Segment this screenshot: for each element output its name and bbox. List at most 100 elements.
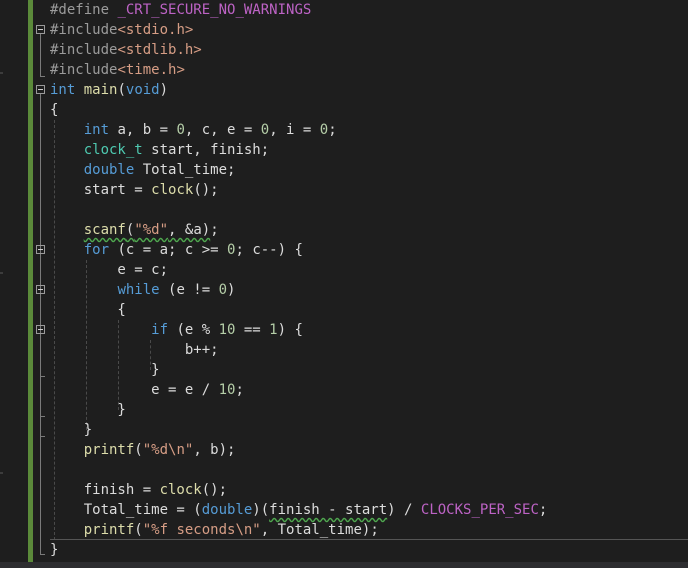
code-token: ; <box>538 502 548 518</box>
code-line[interactable]: start = clock(); <box>50 180 219 200</box>
code-line[interactable]: { <box>50 100 58 120</box>
fold-guide-line <box>40 34 41 76</box>
margin-marker <box>0 272 3 274</box>
code-token: printf <box>83 442 135 458</box>
code-token: double <box>201 502 253 518</box>
code-token: CLOCKS_PER_SEC <box>420 502 539 518</box>
code-token: int <box>83 122 110 138</box>
code-token: 0 <box>260 122 270 138</box>
code-token: _CRT_SECURE_NO_WARNINGS <box>117 2 312 18</box>
fold-guide-end <box>40 76 45 77</box>
code-line[interactable]: #include<stdio.h> <box>50 20 193 40</box>
code-token: if <box>151 322 169 338</box>
margin-marker <box>0 472 3 474</box>
code-token: == <box>235 322 270 338</box>
code-token: #define <box>50 2 118 18</box>
code-token: ) <box>227 282 236 298</box>
code-line[interactable]: for (c = a; c >= 0; c--) { <box>50 240 303 260</box>
code-token: e = c; <box>50 262 169 278</box>
current-line-highlight <box>50 539 688 540</box>
fold-guide-end <box>40 554 45 555</box>
code-token: ; <box>235 382 244 398</box>
code-token: clock <box>151 182 194 198</box>
code-token: } <box>50 402 126 418</box>
code-token: (); <box>193 182 219 198</box>
code-token: (e % <box>168 322 219 338</box>
code-token: void <box>125 82 160 98</box>
fold-guide-end <box>40 416 45 417</box>
code-token: <stdlib.h> <box>117 42 202 58</box>
code-line[interactable]: printf("%f seconds\n", Total_time); <box>50 520 379 540</box>
code-token: { <box>50 302 126 318</box>
code-line[interactable]: finish = clock(); <box>50 480 227 500</box>
code-token: printf <box>83 522 135 538</box>
collapse-icon[interactable] <box>36 325 45 334</box>
code-line[interactable]: printf("%d\n", b); <box>50 440 236 460</box>
code-token: #include <box>50 62 118 78</box>
code-line[interactable]: double Total_time; <box>50 160 236 180</box>
code-token: , i = <box>269 122 320 138</box>
collapse-icon[interactable] <box>36 285 45 294</box>
code-line[interactable]: { <box>50 300 126 320</box>
code-line[interactable]: } <box>50 540 58 560</box>
collapse-icon[interactable] <box>36 25 45 34</box>
code-token: , c, e = <box>184 122 261 138</box>
code-line[interactable]: int main(void) <box>50 80 168 100</box>
code-line[interactable]: if (e % 10 == 1) { <box>50 320 303 340</box>
collapse-icon[interactable] <box>36 85 45 94</box>
code-token: ) / <box>387 502 421 518</box>
code-line[interactable]: clock_t start, finish; <box>50 140 269 160</box>
collapse-icon[interactable] <box>36 245 45 254</box>
code-token: , b); <box>193 442 236 458</box>
code-line[interactable]: } <box>50 360 160 380</box>
code-token: } <box>50 542 59 558</box>
code-token: start = <box>50 182 152 198</box>
code-line[interactable]: int a, b = 0, c, e = 0, i = 0; <box>50 120 337 140</box>
code-token: ( <box>134 522 143 538</box>
code-token: while <box>117 282 160 298</box>
editor-bottom-edge <box>0 562 688 568</box>
code-token: )( <box>252 502 270 518</box>
code-token: ; <box>328 122 337 138</box>
code-token: { <box>50 102 59 118</box>
code-token: <time.h> <box>117 62 185 78</box>
code-line[interactable]: b++; <box>50 340 219 360</box>
code-line[interactable]: scanf("%d", &a); <box>50 220 219 240</box>
code-line[interactable]: } <box>50 400 126 420</box>
code-line[interactable]: e = e / 10; <box>50 380 244 400</box>
code-token: 0 <box>176 122 185 138</box>
code-line[interactable]: e = c; <box>50 260 168 280</box>
code-token: 10 <box>218 322 236 338</box>
code-token: clock <box>159 482 202 498</box>
code-token: b++; <box>50 342 219 358</box>
code-token: main <box>83 82 118 98</box>
code-line[interactable]: #include<time.h> <box>50 60 185 80</box>
code-token: e = e / <box>50 382 219 398</box>
code-line[interactable]: #include<stdlib.h> <box>50 40 202 60</box>
code-token: ( <box>134 442 143 458</box>
code-line[interactable]: #define _CRT_SECURE_NO_WARNINGS <box>50 0 311 20</box>
code-token: , Total_time); <box>260 522 379 538</box>
code-line[interactable]: Total_time = (double)(finish - start) / … <box>50 500 548 520</box>
code-token: <stdio.h> <box>117 22 194 38</box>
code-token: ) { <box>277 322 303 338</box>
code-token: start, finish; <box>142 142 270 158</box>
code-token: double <box>83 162 135 178</box>
code-token: Total_time; <box>134 162 236 178</box>
code-token: finish - start <box>269 502 388 518</box>
code-line[interactable]: while (e != 0) <box>50 280 235 300</box>
code-line[interactable]: } <box>50 420 92 440</box>
code-token: } <box>50 362 160 378</box>
code-token: int <box>50 82 76 98</box>
code-editor[interactable]: #define _CRT_SECURE_NO_WARNINGS #include<… <box>0 0 688 568</box>
code-token: scanf <box>83 222 126 238</box>
code-token: for <box>83 242 110 258</box>
